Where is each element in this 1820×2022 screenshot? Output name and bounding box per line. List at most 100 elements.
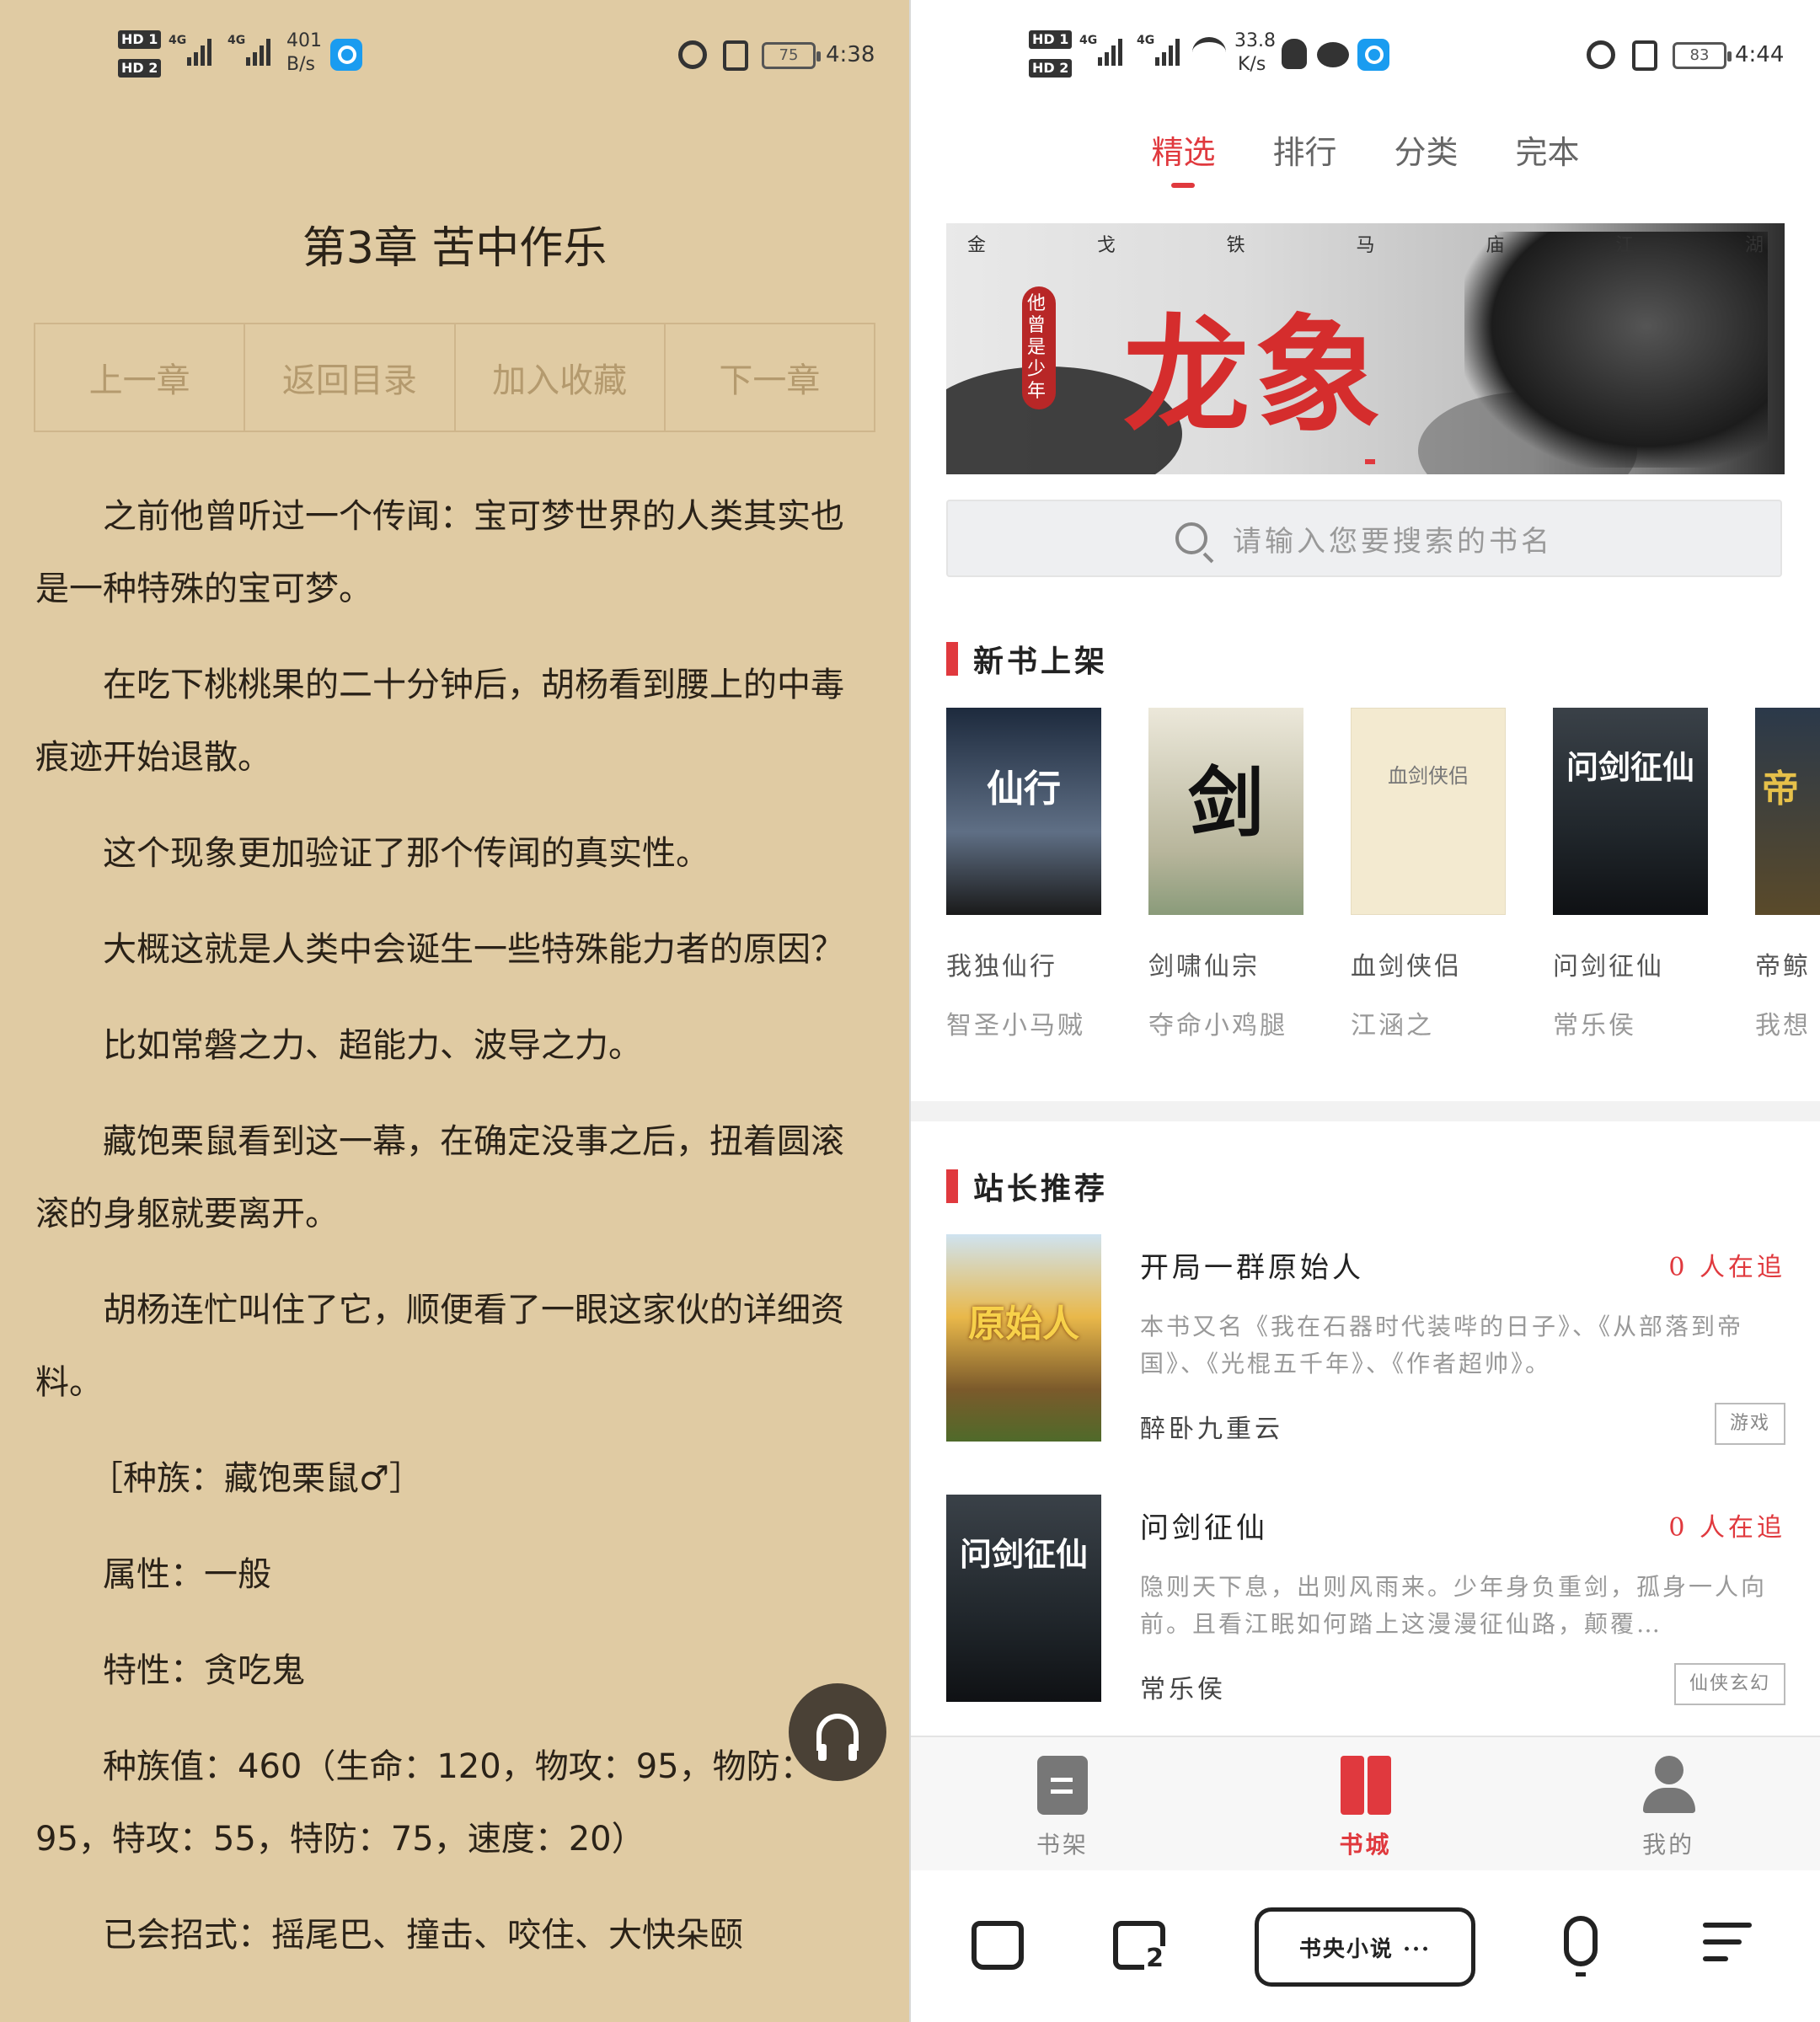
book-author: 常乐侯	[1553, 1011, 1636, 1040]
paragraph: 之前他曾听过一个传闻：宝可梦世界的人类其实也是一种特殊的宝可梦。	[35, 497, 844, 608]
next-chapter-button[interactable]: 下一章	[666, 324, 874, 431]
menu-icon[interactable]	[1703, 1923, 1752, 1973]
book-card[interactable]: 问剑征仙 问剑征仙 常乐侯	[1553, 708, 1708, 1041]
qq-icon	[1282, 39, 1307, 69]
section-separator	[911, 1101, 1820, 1121]
signal-icon: 4G	[169, 34, 211, 66]
book-cover: 问剑征仙	[1553, 708, 1708, 915]
book-author: 智圣小马贼	[946, 1011, 1085, 1040]
bookstore-pane: HD 1 HD 2 4G 4G 33.8 K/s 83 4:44 精选 排行 分…	[911, 0, 1820, 2022]
tab-categories[interactable]: 分类	[1394, 126, 1459, 188]
book-card[interactable]: 仙行 我独仙行 智圣小马贼	[946, 708, 1101, 1041]
follower-count: 0 人在追	[1668, 1253, 1785, 1282]
section-marker	[946, 642, 958, 676]
add-to-favorites-button[interactable]: 加入收藏	[456, 324, 666, 431]
vibrate-icon	[1632, 40, 1657, 71]
nav-label: 书城	[1339, 1831, 1392, 1859]
book-author: 常乐侯	[1140, 1675, 1226, 1704]
chapter-nav: 上一章 返回目录 加入收藏 下一章	[34, 323, 875, 432]
recommended-book[interactable]: 原始人 开局一群原始人 0 人在追 本书又名《我在石器时代装哔的日子》、《从部落…	[946, 1234, 1789, 1445]
user-icon	[1643, 1756, 1696, 1815]
genre-tag[interactable]: 游戏	[1714, 1403, 1785, 1445]
signal-icon: 4G	[228, 34, 270, 66]
banner-title: 龙象	[1123, 302, 1387, 450]
search-placeholder: 请输入您要搜索的书名	[1233, 524, 1553, 559]
home-icon[interactable]	[972, 1921, 1024, 1970]
genre-tag[interactable]: 仙侠玄幻	[1673, 1663, 1785, 1705]
signal-icon: 4G	[1079, 34, 1122, 66]
book-cover: 仙行	[946, 708, 1101, 915]
alarm-icon	[678, 40, 707, 69]
net-speed-value: 33.8	[1234, 30, 1276, 51]
headphones-icon	[816, 1714, 859, 1761]
tabs-icon[interactable]: 2	[1113, 1921, 1165, 1971]
nav-bookstore[interactable]: 书城	[1214, 1737, 1518, 1870]
status-bar: HD 1 HD 2 4G 4G 401 B/s 75 4:38	[0, 0, 909, 110]
book-cover: 剑	[1148, 708, 1303, 915]
editor-picks-header: 站长推荐	[946, 1164, 1108, 1208]
section-title: 新书上架	[973, 644, 1109, 679]
bookshelf-icon	[1036, 1756, 1088, 1815]
tab-completed[interactable]: 完本	[1516, 126, 1580, 188]
banner-side-text: 他曾是少年	[1022, 286, 1056, 409]
book-title: 帝鲸	[1755, 952, 1811, 982]
book-cover: 血剑侠侣	[1351, 708, 1506, 915]
carousel-indicator	[1365, 459, 1375, 464]
book-card[interactable]: 剑 剑啸仙宗 夺命小鸡腿	[1148, 708, 1303, 1041]
tab-featured[interactable]: 精选	[1151, 126, 1215, 188]
tab-ranking[interactable]: 排行	[1272, 126, 1336, 188]
nav-profile[interactable]: 我的	[1517, 1737, 1820, 1870]
search-input[interactable]: 请输入您要搜索的书名	[946, 500, 1782, 577]
bottom-nav: 书架 书城 我的	[911, 1736, 1820, 1870]
book-cover: 原始人	[946, 1234, 1101, 1442]
horse-illustration	[1464, 232, 1768, 468]
wechat-icon	[1317, 42, 1349, 67]
table-of-contents-button[interactable]: 返回目录	[245, 324, 456, 431]
new-books-carousel: 仙行 我独仙行 智圣小马贼 剑 剑啸仙宗 夺命小鸡腿 血剑侠侣 血剑侠侣 江涵之…	[946, 708, 1820, 1045]
net-speed-value: 401	[286, 30, 322, 51]
paragraph: 属性：一般	[103, 1555, 271, 1594]
book-title: 我独仙行	[946, 952, 1057, 982]
wifi-icon	[1192, 37, 1226, 67]
vibrate-icon	[723, 40, 748, 71]
microphone-icon[interactable]	[1564, 1916, 1598, 1977]
paragraph: 在吃下桃桃果的二十分钟后，胡杨看到腰上的中毒痕迹开始退散。	[35, 666, 844, 777]
paragraph: 藏饱栗鼠看到这一幕，在确定没事之后，扭着圆滚滚的身躯就要离开。	[35, 1122, 844, 1233]
book-card[interactable]: 帝 帝鲸 我想	[1755, 708, 1820, 1041]
paragraph: ［种族：藏饱栗鼠♂］	[89, 1459, 423, 1498]
chapter-title: 第3章 苦中作乐	[302, 223, 608, 274]
paragraph: 胡杨连忙叫住了它，顺便看了一眼这家伙的详细资料。	[35, 1291, 844, 1402]
book-author: 我想	[1755, 1011, 1811, 1040]
book-description: 隐则天下息，出则风雨来。少年身负重剑，孤身一人向前。且看江眠如何踏上这漫漫征仙路…	[1140, 1573, 1768, 1638]
paragraph: 种族值：460（生命：120，物攻：95，物防：95，特攻：55，特防：75，速…	[35, 1747, 814, 1859]
book-title: 剑啸仙宗	[1148, 952, 1260, 982]
search-app-icon	[1357, 39, 1389, 71]
category-tabs: 精选 排行 分类 完本	[911, 126, 1820, 188]
book-description: 本书又名《我在石器时代装哔的日子》、《从部落到帝国》、《光棍五千年》、《作者超帅…	[1140, 1313, 1744, 1377]
section-marker	[946, 1169, 958, 1203]
net-speed-unit: B/s	[286, 54, 315, 75]
hd1-badge: HD 1	[1029, 30, 1073, 49]
search-app-icon	[330, 39, 362, 71]
status-bar: HD 1 HD 2 4G 4G 33.8 K/s 83 4:44	[911, 0, 1820, 110]
banner-top-letters: 金 戈 铁 马 庙 江 湖	[967, 235, 1764, 256]
book-title: 问剑征仙	[1553, 952, 1664, 982]
net-speed-unit: K/s	[1238, 54, 1266, 75]
book-card[interactable]: 血剑侠侣 血剑侠侣 江涵之	[1351, 708, 1506, 1041]
book-cover: 问剑征仙	[946, 1495, 1101, 1702]
book-cover: 帝	[1755, 708, 1820, 915]
recommended-book[interactable]: 问剑征仙 问剑征仙 0 人在追 隐则天下息，出则风雨来。少年身负重剑，孤身一人向…	[946, 1495, 1789, 1705]
promo-banner[interactable]: 金 戈 铁 马 庙 江 湖 他曾是少年 龙象	[946, 223, 1785, 474]
paragraph: 已会招式：摇尾巴、撞击、咬住、大快朵颐	[103, 1916, 743, 1955]
prev-chapter-button[interactable]: 上一章	[35, 324, 246, 431]
nav-bookshelf[interactable]: 书架	[911, 1737, 1214, 1870]
book-title: 问剑征仙	[1140, 1511, 1268, 1545]
new-books-header: 新书上架	[946, 637, 1108, 681]
battery-icon: 75	[762, 42, 821, 69]
paragraph: 比如常磐之力、超能力、波导之力。	[103, 1026, 642, 1065]
address-pill[interactable]: 书央小说 ···	[1255, 1907, 1475, 1987]
book-author: 醉卧九重云	[1140, 1415, 1283, 1444]
battery-icon: 83	[1673, 42, 1732, 69]
nav-label: 我的	[1642, 1831, 1695, 1859]
listen-button[interactable]	[789, 1683, 886, 1781]
